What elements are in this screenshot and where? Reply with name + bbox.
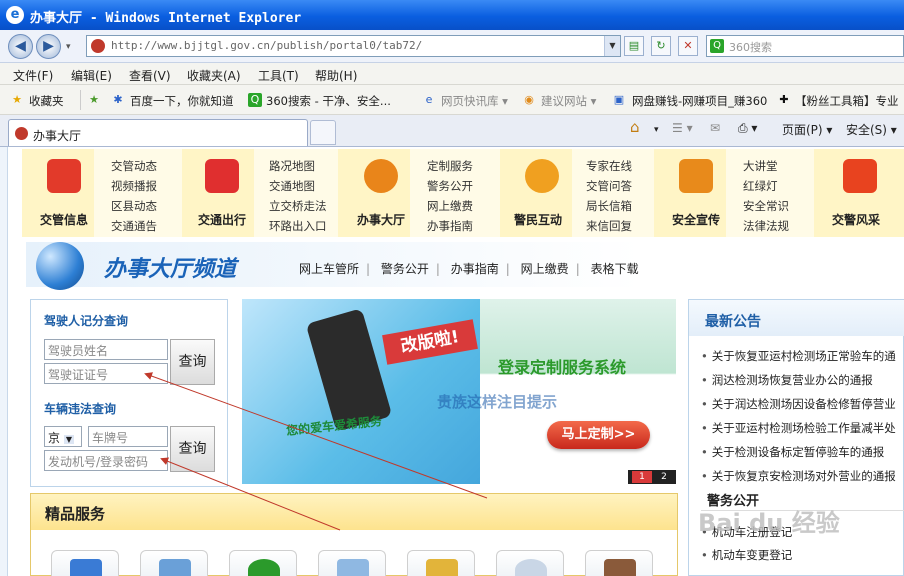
menu-view[interactable]: 查看(V) [129, 67, 171, 84]
stop-button[interactable]: ✕ [678, 36, 698, 56]
tab-favicon-icon [15, 127, 28, 140]
compatibility-view-button[interactable]: ▤ [624, 36, 644, 56]
page-icon: ▣ [613, 93, 625, 106]
baidu-paw-icon: ✱ [113, 93, 123, 106]
menu-file[interactable]: 文件(F) [13, 67, 53, 84]
page-viewport: 交管信息 交管动态 视频播报 区县动态 交通通告 交通出行 路况地图 交通地图 … [0, 147, 904, 576]
favorites-bar: ★ 收藏夹 ★ ✱ 百度一下，你就知道 Q 360搜索 - 干净、安全... e… [0, 85, 904, 115]
suggested-sites-icon: ◉ [524, 93, 534, 106]
address-toolbar: ◀ ▶ ▾ http://www.bjjtgl.gov.cn/publish/p… [0, 30, 904, 63]
tab-title: 办事大厅 [33, 129, 82, 143]
site-favicon-icon [91, 39, 105, 53]
home-icon[interactable]: ⌂ [630, 118, 640, 136]
forward-button[interactable]: ▶ [36, 34, 61, 59]
baidu-jingyan-watermark: Bai du 经验 [698, 509, 840, 537]
address-dropdown-icon[interactable]: ▼ [604, 36, 620, 56]
tab-bar: 办事大厅 [0, 115, 904, 147]
new-tab-button[interactable] [310, 120, 336, 145]
separator [80, 90, 81, 110]
home-dropdown-icon[interactable]: ▾ [654, 125, 659, 135]
menu-tools[interactable]: 工具(T) [258, 67, 299, 84]
fav-360[interactable]: 360搜索 - 干净、安全... [266, 93, 391, 109]
add-favorite-icon[interactable]: ★ [87, 93, 101, 107]
address-url: http://www.bjjtgl.gov.cn/publish/portal0… [111, 39, 423, 52]
page-menu[interactable]: 页面(P) ▾ [782, 121, 832, 138]
toolbox-icon: ✚ [779, 93, 789, 106]
search-placeholder: 360搜索 [729, 41, 772, 54]
fav-baidu[interactable]: 百度一下，你就知道 [130, 93, 234, 109]
menu-favorites[interactable]: 收藏夹(A) [187, 67, 241, 84]
window-title: 办事大厅 - Windows Internet Explorer [30, 11, 302, 26]
fav-suggested[interactable]: 建议网站 ▾ [541, 93, 596, 109]
favorites-star-icon: ★ [12, 93, 22, 106]
fav-webslice[interactable]: 网页快讯库 ▾ [441, 93, 508, 109]
ie-logo-icon: e [6, 6, 24, 24]
mail-icon[interactable]: ✉ [710, 121, 720, 135]
fav-toolbox[interactable]: 【粉丝工具箱】专业 [795, 93, 899, 109]
360-icon: Q [248, 93, 262, 107]
ie-page-icon: e [425, 93, 433, 106]
feeds-icon[interactable]: ☰ ▾ [672, 121, 693, 135]
refresh-button[interactable]: ↻ [651, 36, 671, 56]
menu-help[interactable]: 帮助(H) [315, 67, 357, 84]
menu-edit[interactable]: 编辑(E) [71, 67, 112, 84]
print-icon[interactable]: ⎙ ▾ [738, 121, 757, 136]
back-button[interactable]: ◀ [8, 34, 33, 59]
arrow-to-license-input [144, 372, 488, 499]
favorites-button[interactable]: 收藏夹 [29, 93, 64, 109]
tab-active[interactable]: 办事大厅 [8, 119, 308, 146]
address-field[interactable]: http://www.bjjtgl.gov.cn/publish/portal0… [86, 35, 621, 57]
fav-netdisk[interactable]: 网盘赚钱-网赚项目_赚360 [632, 93, 767, 109]
history-dropdown-icon[interactable]: ▾ [66, 42, 71, 52]
arrow-to-engine-input [160, 457, 341, 531]
menu-bar: 文件(F) 编辑(E) 查看(V) 收藏夹(A) 工具(T) 帮助(H) [0, 63, 904, 85]
safety-menu[interactable]: 安全(S) ▾ [846, 121, 897, 138]
search-engine-icon: Q [710, 39, 724, 53]
window-titlebar: e 办事大厅 - Windows Internet Explorer [0, 0, 904, 30]
search-box[interactable]: Q 360搜索 [706, 35, 904, 57]
